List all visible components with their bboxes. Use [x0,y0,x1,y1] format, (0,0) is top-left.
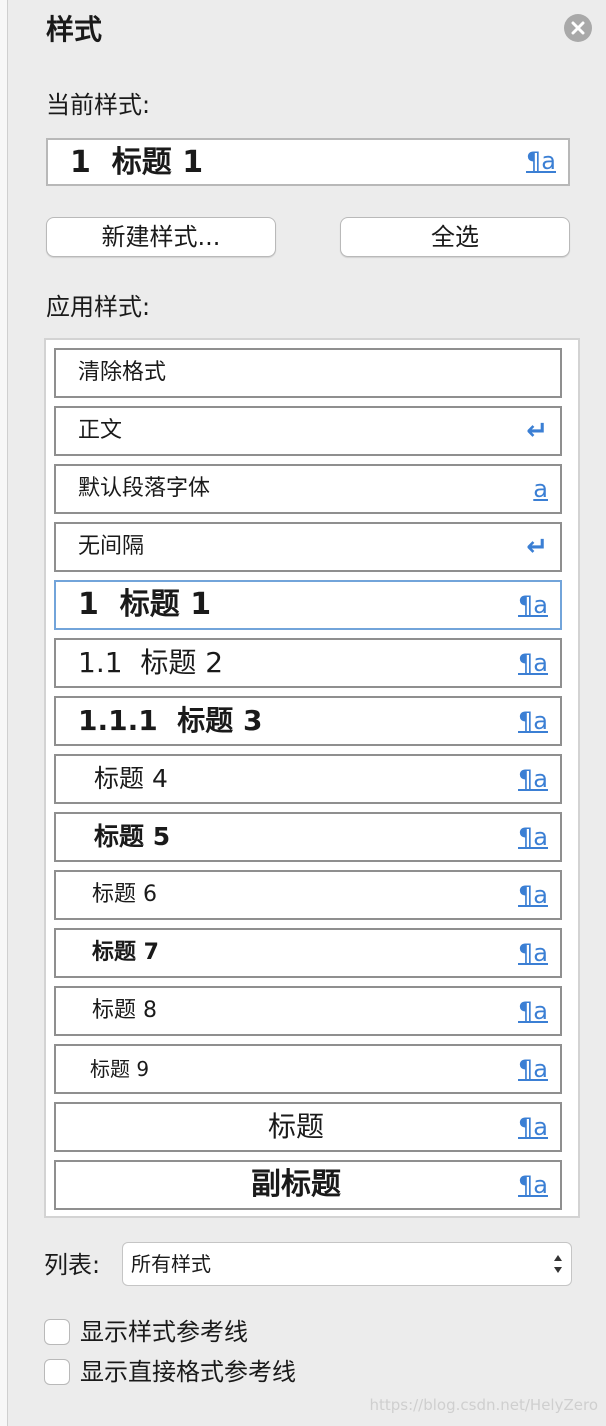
style-item-heading-7[interactable]: 标题 7 ¶a [54,928,562,978]
style-item-heading-3[interactable]: 1.1.1 标题 3 ¶a [54,696,562,746]
linked-style-icon: ¶a [518,765,548,793]
style-item-label: 无间隔 [78,534,145,559]
watermark-text: https://blog.csdn.net/HelyZero [369,1396,598,1414]
panel-title: 样式 [46,13,103,46]
current-style-box: 1 标题 1 ¶a [46,138,570,186]
linked-style-icon: ¶a [518,881,548,909]
style-item-label: 标题 6 [92,882,157,907]
linked-style-icon: ¶a [518,1113,548,1141]
close-button[interactable] [564,14,592,42]
styles-list[interactable]: 清除格式 正文 ↵ 默认段落字体 a 无间隔 ↵ 1 标题 1 ¶a 1.1 标… [44,338,580,1218]
style-item-label: 标题 [267,1110,324,1143]
linked-style-icon: ¶a [518,823,548,851]
style-item-default-paragraph-font[interactable]: 默认段落字体 a [54,464,562,514]
style-item-label: 标题 7 [92,940,159,965]
style-item-label: 1.1 标题 2 [78,646,224,679]
linked-style-icon: ¶a [518,591,548,619]
linked-style-icon: ¶a [518,939,548,967]
style-item-heading-9[interactable]: 标题 9 ¶a [54,1044,562,1094]
list-filter-value: 所有样式 [131,1252,211,1276]
current-style-value: 1 标题 1 [70,145,204,180]
style-item-no-spacing[interactable]: 无间隔 ↵ [54,522,562,572]
apply-styles-label: 应用样式: [46,293,151,321]
paragraph-return-icon: ↵ [526,416,548,446]
style-item-label: 标题 8 [92,998,157,1023]
current-style-label: 当前样式: [46,91,151,119]
new-style-button[interactable]: 新建样式... [46,217,276,257]
character-style-icon: a [533,475,548,503]
style-item-title[interactable]: 标题 ¶a [54,1102,562,1152]
list-filter-select[interactable]: 所有样式 [122,1242,572,1286]
linked-style-icon: ¶a [518,649,548,677]
style-item-label: 正文 [78,418,123,443]
style-item-clear-formatting[interactable]: 清除格式 [54,348,562,398]
style-item-label: 清除格式 [78,360,167,385]
linked-style-icon: ¶a [518,1171,548,1199]
up-down-arrows-icon [554,1255,562,1273]
style-item-heading-6[interactable]: 标题 6 ¶a [54,870,562,920]
close-icon [571,21,585,35]
style-item-heading-5[interactable]: 标题 5 ¶a [54,812,562,862]
style-item-label: 标题 5 [94,822,171,851]
linked-style-icon: ¶a [518,1055,548,1083]
style-item-subtitle[interactable]: 副标题 ¶a [54,1160,562,1210]
list-filter-label: 列表: [44,1251,101,1279]
current-style-type-mark: ¶a [526,147,556,175]
window-left-edge [0,0,8,1426]
style-item-label: 副标题 [251,1167,341,1202]
style-item-label: 默认段落字体 [78,476,211,501]
style-item-heading-2[interactable]: 1.1 标题 2 ¶a [54,638,562,688]
style-item-label: 标题 9 [90,1057,150,1081]
style-item-label: 标题 4 [94,764,168,793]
styles-panel: 样式 当前样式: 1 标题 1 ¶a 新建样式... 全选 应用样式: 清除格式… [8,0,606,1426]
show-direct-format-guides-checkbox[interactable] [44,1359,70,1385]
style-item-heading-8[interactable]: 标题 8 ¶a [54,986,562,1036]
style-item-label: 1 标题 1 [78,587,212,622]
style-item-body-text[interactable]: 正文 ↵ [54,406,562,456]
style-item-heading-1[interactable]: 1 标题 1 ¶a [54,580,562,630]
paragraph-return-icon: ↵ [526,532,548,562]
show-direct-format-guides-label[interactable]: 显示直接格式参考线 [80,1356,296,1388]
linked-style-icon: ¶a [518,997,548,1025]
style-item-heading-4[interactable]: 标题 4 ¶a [54,754,562,804]
show-style-guides-label[interactable]: 显示样式参考线 [80,1316,248,1348]
show-style-guides-checkbox[interactable] [44,1319,70,1345]
style-item-label: 1.1.1 标题 3 [78,704,263,737]
linked-style-icon: ¶a [518,707,548,735]
select-all-button[interactable]: 全选 [340,217,570,257]
